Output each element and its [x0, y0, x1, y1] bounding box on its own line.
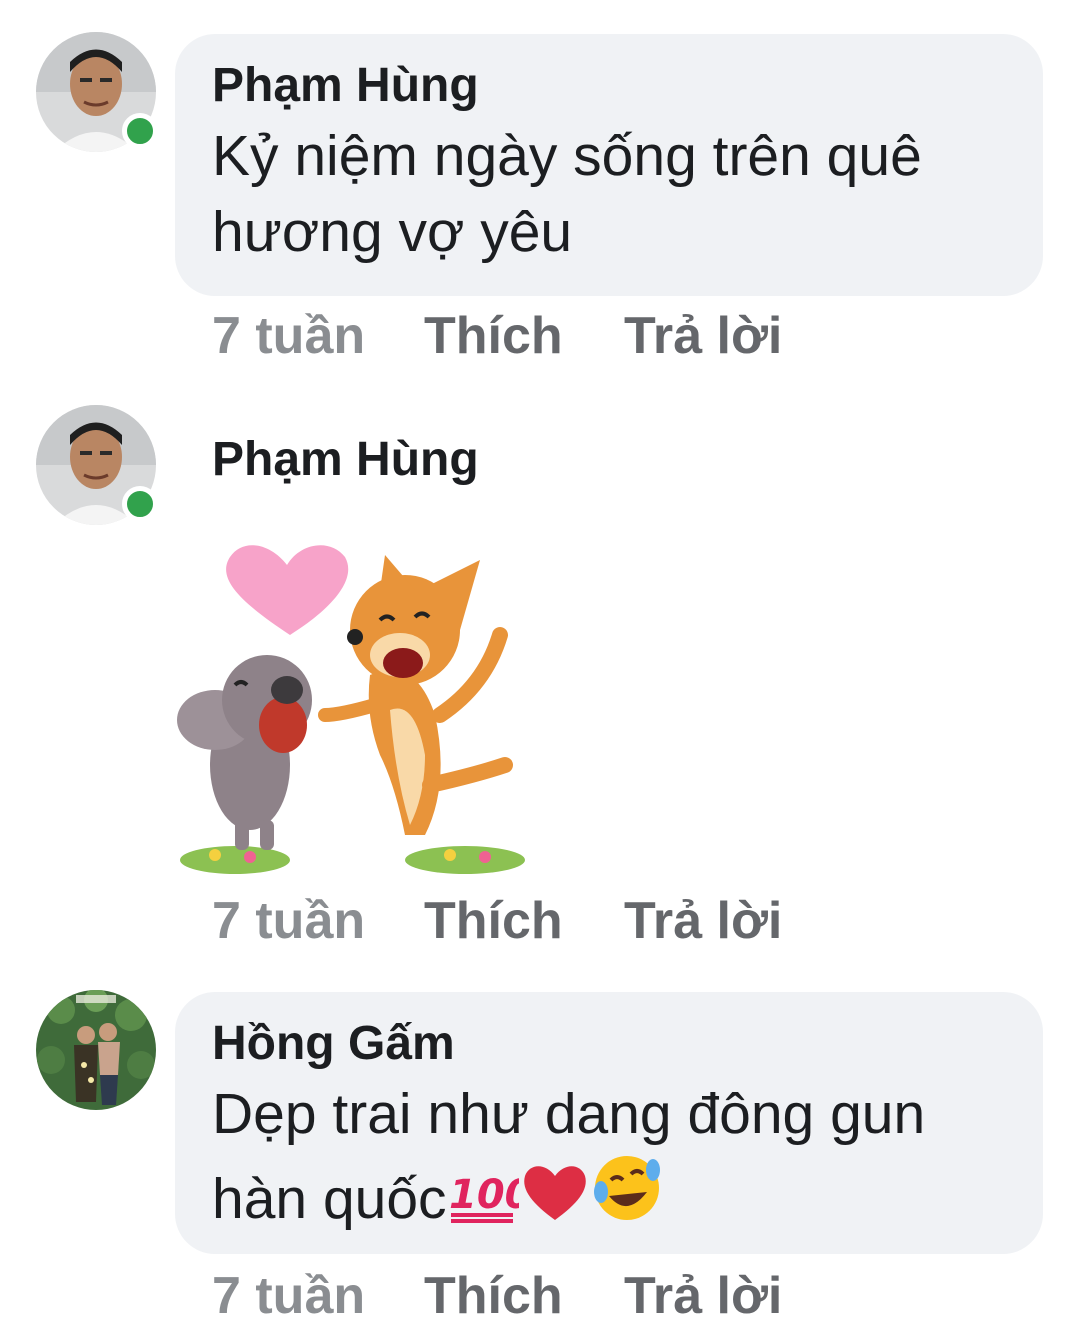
comment-time[interactable]: 7 tuần [212, 1266, 365, 1326]
red-heart-emoji-icon [523, 1166, 586, 1220]
comment-text-line: Kỷ niệm ngày sống trên quê [212, 124, 922, 188]
like-button[interactable]: Thích [424, 306, 563, 366]
comment-bubble[interactable]: Hồng Gấm Dẹp trai như dang đông gun hàn … [175, 992, 1043, 1254]
comment-author[interactable]: Phạm Hùng [212, 432, 479, 488]
svg-text:100: 100 [449, 1172, 519, 1218]
comment-author[interactable]: Phạm Hùng [212, 58, 1003, 114]
comment-text-fragment: hàn quốc [212, 1167, 447, 1231]
comment-bubble[interactable]: Phạm Hùng Kỷ niệm ngày sống trên quê hươ… [175, 34, 1043, 296]
comment-text-line: hàn quốc 100 [212, 1152, 1003, 1237]
like-button[interactable]: Thích [424, 891, 563, 951]
couple-photo-icon [36, 990, 156, 1110]
comment-text-line: Dẹp trai như dang đông gun [212, 1082, 926, 1146]
comment-author[interactable]: Hồng Gấm [212, 1016, 1003, 1072]
hundred-points-emoji-icon: 100 [449, 1172, 519, 1223]
reply-button[interactable]: Trả lời [624, 1266, 782, 1326]
online-status-icon [122, 486, 158, 522]
like-button[interactable]: Thích [424, 1266, 563, 1326]
comment-time[interactable]: 7 tuần [212, 306, 365, 366]
reply-button[interactable]: Trả lời [624, 306, 782, 366]
reply-button[interactable]: Trả lời [624, 891, 782, 951]
comment-time[interactable]: 7 tuần [212, 891, 365, 951]
comment-text-line: hương vợ yêu [212, 200, 573, 264]
online-status-icon [122, 113, 158, 149]
rolling-laughing-emoji-icon [593, 1156, 660, 1220]
mouse-and-corgi-dancing-heart-sticker-icon[interactable] [175, 535, 535, 880]
avatar-hong-gam[interactable] [36, 990, 156, 1110]
